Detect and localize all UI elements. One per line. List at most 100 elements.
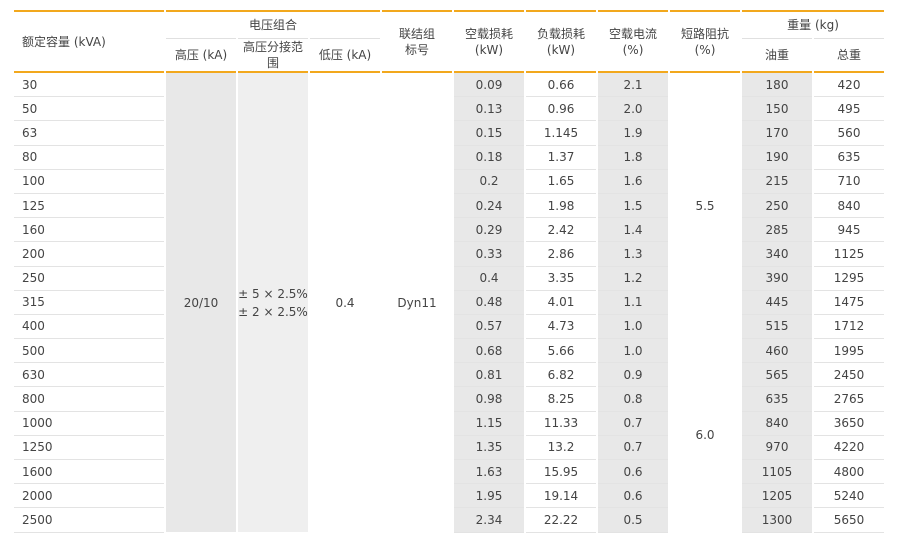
- no-load-current-cell: 1.4: [596, 217, 670, 243]
- no-load-current-cell: 2.1: [596, 72, 670, 98]
- capacity-cell: 160: [12, 217, 166, 243]
- load-loss-cell: 22.22: [524, 507, 598, 533]
- header-line: 空载损耗: [464, 26, 513, 41]
- impedance-value-cell: 5.5: [668, 72, 742, 339]
- no-load-loss-cell: 0.29: [452, 217, 526, 243]
- capacity-cell: 1250: [12, 435, 166, 461]
- no-load-current-cell: 0.7: [596, 435, 670, 461]
- capacity-cell: 500: [12, 338, 166, 364]
- oil-weight-cell: 170: [740, 120, 814, 146]
- capacity-cell: 250: [12, 266, 166, 291]
- total-weight-cell: 945: [812, 217, 886, 243]
- transformer-spec-table: 额定容量 (kVA) 电压组合 联结组 标号 空载损耗 (kW) 负载损耗 (k…: [12, 10, 886, 533]
- total-weight-cell: 2450: [812, 362, 886, 388]
- weight-header: 重量 (kg): [740, 11, 886, 39]
- load-loss-cell: 1.37: [524, 145, 598, 170]
- load-loss-cell: 4.73: [524, 314, 598, 340]
- header-line: 空载电流: [608, 26, 657, 41]
- no-load-current-cell: 1.8: [596, 145, 670, 170]
- capacity-cell: 100: [12, 169, 166, 194]
- capacity-cell: 2000: [12, 483, 166, 509]
- oil-weight-cell: 515: [740, 314, 814, 340]
- connection-value-cell: Dyn11: [380, 72, 454, 533]
- no-load-loss-cell: 0.81: [452, 362, 526, 388]
- oil-weight-cell: 1300: [740, 507, 814, 533]
- header-line: (%): [622, 42, 644, 57]
- tap-range-header: 高压分接范围: [236, 38, 310, 72]
- oil-weight-cell: 285: [740, 217, 814, 243]
- load-loss-cell: 13.2: [524, 435, 598, 461]
- no-load-current-cell: 1.5: [596, 193, 670, 219]
- voltage-group-header: 电压组合: [164, 11, 382, 39]
- total-weight-cell: 710: [812, 169, 886, 194]
- impedance-value-cell: 6.0: [668, 338, 742, 533]
- tap-range-line: ± 5 × 2.5%: [238, 286, 308, 301]
- no-load-loss-cell: 1.63: [452, 459, 526, 485]
- total-weight-cell: 4800: [812, 459, 886, 485]
- load-loss-cell: 3.35: [524, 266, 598, 291]
- oil-weight-header: 油重: [740, 38, 814, 72]
- no-load-current-cell: 0.6: [596, 459, 670, 485]
- capacity-cell: 200: [12, 241, 166, 267]
- load-loss-header: 负载损耗 (kW): [524, 11, 598, 72]
- load-loss-cell: 1.145: [524, 120, 598, 146]
- total-weight-cell: 3650: [812, 411, 886, 436]
- no-load-current-cell: 1.3: [596, 241, 670, 267]
- capacity-cell: 30: [12, 72, 166, 98]
- no-load-loss-cell: 0.33: [452, 241, 526, 267]
- hv-header: 高压 (kA): [164, 38, 238, 72]
- load-loss-cell: 5.66: [524, 338, 598, 364]
- no-load-loss-cell: 0.48: [452, 290, 526, 315]
- no-load-current-cell: 1.2: [596, 266, 670, 291]
- impedance-header: 短路阻抗 (%): [668, 11, 742, 72]
- no-load-loss-cell: 0.18: [452, 145, 526, 170]
- no-load-current-cell: 1.9: [596, 120, 670, 146]
- total-weight-cell: 420: [812, 72, 886, 98]
- no-load-current-cell: 0.9: [596, 362, 670, 388]
- capacity-cell: 80: [12, 145, 166, 170]
- header-line: (kW): [474, 42, 504, 57]
- oil-weight-cell: 1205: [740, 483, 814, 509]
- total-weight-cell: 1712: [812, 314, 886, 340]
- no-load-current-cell: 0.5: [596, 507, 670, 533]
- no-load-current-cell: 1.0: [596, 314, 670, 340]
- load-loss-cell: 2.86: [524, 241, 598, 267]
- capacity-cell: 50: [12, 96, 166, 122]
- no-load-loss-cell: 0.57: [452, 314, 526, 340]
- total-weight-cell: 4220: [812, 435, 886, 461]
- no-load-current-cell: 1.6: [596, 169, 670, 194]
- no-load-loss-cell: 0.98: [452, 386, 526, 412]
- no-load-loss-header: 空载损耗 (kW): [452, 11, 526, 72]
- hv-value-cell: 20/10: [164, 72, 238, 533]
- capacity-cell: 630: [12, 362, 166, 388]
- oil-weight-cell: 390: [740, 266, 814, 291]
- header-line: (kW): [546, 42, 576, 57]
- total-weight-cell: 1475: [812, 290, 886, 315]
- total-weight-cell: 560: [812, 120, 886, 146]
- total-weight-header: 总重: [812, 38, 886, 72]
- header-line: 联结组: [398, 26, 435, 41]
- oil-weight-cell: 150: [740, 96, 814, 122]
- oil-weight-cell: 215: [740, 169, 814, 194]
- total-weight-cell: 1125: [812, 241, 886, 267]
- load-loss-cell: 8.25: [524, 386, 598, 412]
- header-line: 负载损耗: [536, 26, 585, 41]
- oil-weight-cell: 565: [740, 362, 814, 388]
- load-loss-cell: 0.96: [524, 96, 598, 122]
- no-load-loss-cell: 0.68: [452, 338, 526, 364]
- load-loss-cell: 1.98: [524, 193, 598, 219]
- capacity-cell: 400: [12, 314, 166, 340]
- no-load-loss-cell: 0.2: [452, 169, 526, 194]
- header-line: 短路阻抗: [680, 26, 729, 41]
- capacity-cell: 2500: [12, 507, 166, 533]
- capacity-cell: 125: [12, 193, 166, 219]
- oil-weight-cell: 840: [740, 411, 814, 436]
- no-load-current-cell: 2.0: [596, 96, 670, 122]
- capacity-header: 额定容量 (kVA): [12, 11, 166, 72]
- capacity-cell: 1000: [12, 411, 166, 436]
- no-load-loss-cell: 1.15: [452, 411, 526, 436]
- total-weight-cell: 840: [812, 193, 886, 219]
- total-weight-cell: 1295: [812, 266, 886, 291]
- oil-weight-cell: 250: [740, 193, 814, 219]
- oil-weight-cell: 190: [740, 145, 814, 170]
